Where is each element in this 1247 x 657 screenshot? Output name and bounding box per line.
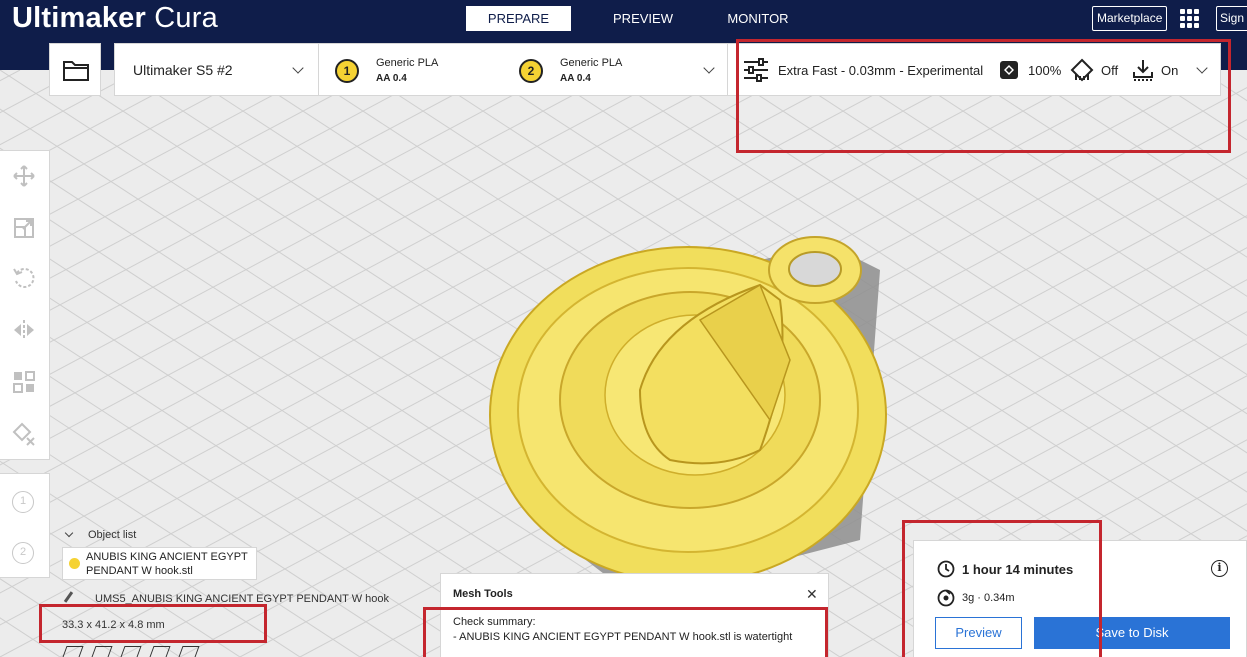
- printer-selector[interactable]: Ultimaker S5 #2: [114, 43, 319, 96]
- object-dimensions: 33.3 x 41.2 x 4.8 mm: [62, 619, 165, 631]
- support-blocker-icon[interactable]: [11, 421, 37, 447]
- clock-icon: [937, 560, 955, 578]
- extruder-1-ghost[interactable]: 1: [12, 491, 34, 513]
- extruder-tool-panel: 1 2: [0, 473, 50, 578]
- per-model-settings-icon[interactable]: [11, 369, 37, 395]
- adhesion-value: On: [1161, 63, 1179, 78]
- extruder-2-core: AA 0.4: [560, 73, 591, 84]
- extruder-2-icon: 2: [519, 59, 543, 83]
- save-to-disk-button[interactable]: Save to Disk: [1034, 617, 1230, 649]
- sliders-icon: [744, 58, 768, 82]
- extruder-1-icon: 1: [335, 59, 359, 83]
- extruder-2-ghost[interactable]: 2: [12, 542, 34, 564]
- object-name-line1: ANUBIS KING ANCIENT EGYPT: [86, 551, 248, 563]
- close-icon[interactable]: ✕: [806, 586, 818, 603]
- stage-tabs: PREPARE PREVIEW MONITOR: [466, 6, 813, 31]
- infill-icon: [1000, 61, 1018, 79]
- mesh-tools-panel: Mesh Tools ✕ Check summary: - ANUBIS KIN…: [440, 573, 829, 657]
- tab-monitor[interactable]: MONITOR: [703, 6, 813, 31]
- extruder-color-dot: [69, 558, 80, 569]
- app-logo: Ultimaker Cura: [12, 2, 218, 34]
- view-orientation-buttons: [61, 646, 200, 657]
- print-estimate-panel: 1 hour 14 minutes 3g · 0.34m i Preview S…: [913, 540, 1247, 657]
- check-summary-line: - ANUBIS KING ANCIENT EGYPT PENDANT W ho…: [453, 631, 793, 643]
- divider: [441, 608, 828, 609]
- view-front-icon[interactable]: [90, 646, 113, 657]
- infill-value: 100%: [1028, 63, 1062, 78]
- mirror-icon[interactable]: [11, 317, 37, 343]
- extruder-2-material: Generic PLA: [560, 57, 623, 69]
- info-icon[interactable]: i: [1211, 560, 1228, 577]
- view-top-icon[interactable]: [119, 646, 142, 657]
- view-right-icon[interactable]: [177, 646, 200, 657]
- rotate-icon[interactable]: [11, 265, 37, 291]
- support-value: Off: [1101, 63, 1119, 78]
- extruder-1-core: AA 0.4: [376, 73, 407, 84]
- profile-name: Extra Fast - 0.03mm - Experimental: [778, 63, 984, 78]
- pendant-model[interactable]: [489, 236, 887, 584]
- object-list-header[interactable]: Object list: [88, 529, 136, 541]
- move-icon[interactable]: [11, 163, 37, 189]
- list-item[interactable]: ANUBIS KING ANCIENT EGYPT PENDANT W hook…: [62, 547, 257, 580]
- view-left-icon[interactable]: [148, 646, 171, 657]
- scale-icon[interactable]: [11, 215, 37, 241]
- extruder-selector[interactable]: 1 Generic PLA AA 0.4 2 Generic PLA AA 0.…: [318, 43, 728, 96]
- chevron-down-icon: [703, 62, 715, 74]
- support-icon: [1070, 58, 1094, 82]
- print-settings-selector[interactable]: Extra Fast - 0.03mm - Experimental 100% …: [727, 43, 1221, 96]
- preview-button[interactable]: Preview: [935, 617, 1022, 649]
- marketplace-button[interactable]: Marketplace: [1092, 6, 1168, 31]
- tab-preview[interactable]: PREVIEW: [583, 6, 703, 31]
- folder-icon: [63, 61, 89, 81]
- tab-prepare[interactable]: PREPARE: [466, 6, 571, 31]
- open-file-button[interactable]: [49, 43, 101, 96]
- check-summary-label: Check summary:: [453, 616, 536, 628]
- material-estimate: 3g · 0.34m: [962, 592, 1015, 604]
- printer-name: Ultimaker S5 #2: [133, 62, 233, 78]
- object-name-line2: PENDANT W hook.stl: [86, 565, 193, 577]
- sign-in-button[interactable]: Sign: [1216, 6, 1247, 31]
- chevron-down-icon: [1196, 62, 1208, 74]
- object-job-name[interactable]: UMS5_ANUBIS KING ANCIENT EGYPT PENDANT W…: [95, 593, 389, 605]
- adhesion-icon: [1133, 60, 1153, 81]
- tool-panel: [0, 150, 50, 460]
- chevron-down-icon: [292, 62, 304, 74]
- view-3d-icon[interactable]: [61, 646, 84, 657]
- extruder-1-material: Generic PLA: [376, 57, 439, 69]
- print-time: 1 hour 14 minutes: [962, 562, 1074, 577]
- mesh-tools-title: Mesh Tools: [453, 588, 513, 600]
- apps-grid-icon[interactable]: [1180, 9, 1200, 29]
- spool-icon: [937, 589, 955, 607]
